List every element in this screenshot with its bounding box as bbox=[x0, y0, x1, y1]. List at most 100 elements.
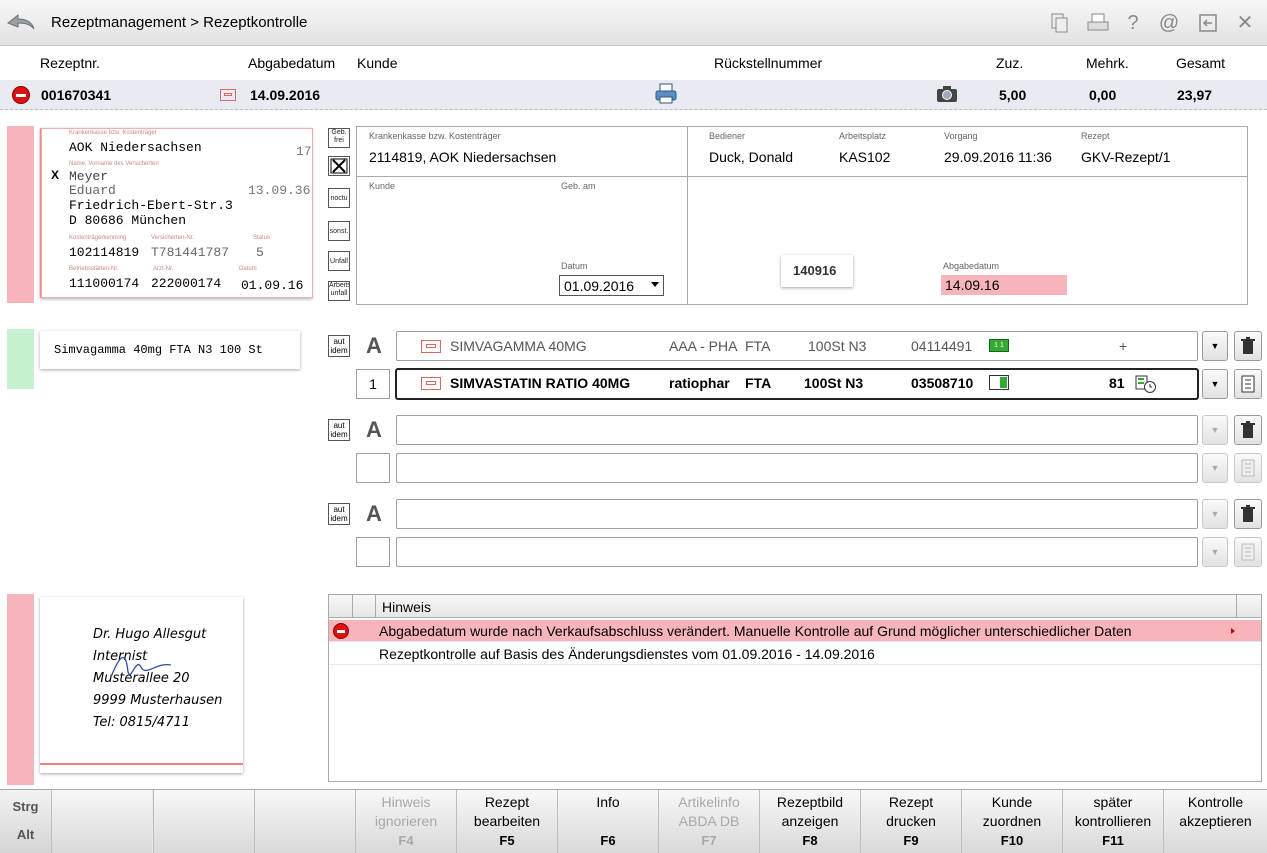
kunde-zuordnen-button[interactable]: Kunde zuordnen F10 bbox=[961, 790, 1062, 853]
scan-versnr: T781441787 bbox=[151, 245, 230, 260]
stamp-text: 140916 bbox=[793, 263, 837, 278]
printer-icon[interactable] bbox=[655, 83, 677, 108]
article-details-icon[interactable] bbox=[1234, 369, 1262, 399]
status-bar-header bbox=[7, 126, 34, 303]
strg-key[interactable]: Strg bbox=[0, 799, 51, 814]
camera-icon[interactable] bbox=[936, 85, 958, 106]
fkey-label: Hinweis bbox=[381, 794, 431, 810]
hinweis-ignorieren-button[interactable]: Hinweis ignorieren F4 bbox=[355, 790, 456, 853]
abgabedatum-field[interactable]: 14.09.16 bbox=[941, 275, 1067, 295]
delete-trash-icon[interactable] bbox=[1234, 331, 1262, 361]
fkey-shortcut: F5 bbox=[499, 833, 515, 848]
quantity-field[interactable] bbox=[356, 537, 390, 567]
aut-idem-a-label: A bbox=[366, 501, 382, 526]
hints-column-header: Hinweis bbox=[382, 599, 432, 615]
fkey-shortcut: F4 bbox=[398, 833, 414, 848]
stock-icon bbox=[989, 375, 1009, 390]
bediener-value: Duck, Donald bbox=[709, 149, 794, 165]
exit-window-icon[interactable] bbox=[1196, 12, 1220, 34]
article-pack: 100St N3 bbox=[808, 338, 867, 354]
chevron-down-icon bbox=[651, 282, 659, 287]
article-row-original[interactable]: SIMVAGAMMA 40MG AAA - PHA FTA 100St N3 0… bbox=[396, 331, 1198, 361]
rezept-drucken-button[interactable]: Rezept drucken F9 bbox=[860, 790, 961, 853]
article-pack: 100St N3 bbox=[804, 375, 864, 391]
fkey-label: Rezept bbox=[888, 794, 934, 810]
bediener-label: Bediener bbox=[709, 131, 746, 141]
rezept-bearbeiten-button[interactable]: Rezept bearbeiten F5 bbox=[456, 790, 557, 853]
aut-idem-button[interactable]: aut idem bbox=[328, 419, 350, 441]
info-button[interactable]: Info F6 bbox=[557, 790, 658, 853]
scanned-prescription-header[interactable]: Krankenkasse bzw. Kostenträger AOK Niede… bbox=[40, 128, 313, 298]
noctu-button[interactable]: noctu bbox=[328, 188, 350, 208]
abgabedatum-label: Abgabedatum bbox=[943, 261, 1000, 271]
scan-date: 01.09.16 bbox=[241, 278, 304, 293]
arbeitsunfall-button[interactable]: Arbeits- unfall bbox=[328, 281, 350, 301]
gebuehr-crossed-button[interactable] bbox=[328, 156, 350, 176]
article-details-icon[interactable] bbox=[1234, 537, 1262, 567]
breadcrumb: Rezeptmanagement > Rezeptkontrolle bbox=[51, 14, 308, 31]
article-row-empty[interactable] bbox=[396, 499, 1198, 529]
sonst-button[interactable]: sonst. bbox=[328, 221, 350, 241]
hint-row-info[interactable]: Rezeptkontrolle auf Basis des Änderungsd… bbox=[329, 643, 1261, 665]
gesamt-value: 23,97 bbox=[1177, 87, 1213, 103]
aut-idem-button[interactable]: aut idem bbox=[328, 503, 350, 525]
geb-frei-button[interactable]: Geb. frei bbox=[328, 128, 350, 148]
article-pzn: 03508710 bbox=[911, 375, 974, 391]
back-arrow-icon[interactable] bbox=[6, 10, 36, 34]
fkey-label: akzeptieren bbox=[1179, 813, 1252, 829]
date-stamp: 140916 bbox=[781, 255, 853, 287]
datum-select[interactable]: 01.09.2016 bbox=[559, 275, 664, 296]
article-row-dispensed[interactable]: SIMVASTATIN RATIO 40MG ratiophar FTA 100… bbox=[396, 369, 1198, 399]
help-icon[interactable]: ? bbox=[1121, 12, 1145, 34]
abgabedatum-field-value: 14.09.16 bbox=[945, 277, 1000, 293]
zuzahlung-value: 5,00 bbox=[999, 87, 1027, 103]
close-icon[interactable]: ✕ bbox=[1233, 12, 1257, 34]
article-dropdown-button[interactable]: ▼ bbox=[1202, 369, 1228, 399]
scanned-doctor-stamp[interactable]: Dr. Hugo Allesgut Internist Musterallee … bbox=[40, 597, 243, 773]
rezeptbild-anzeigen-button[interactable]: Rezeptbild anzeigen F8 bbox=[759, 790, 860, 853]
prescription-row[interactable]: 001670341 14.09.2016 5,00 0,00 23,97 bbox=[0, 80, 1267, 110]
kontrolle-akzeptieren-button[interactable]: Kontrolle akzeptieren bbox=[1163, 790, 1267, 853]
article-dropdown-button[interactable]: ▼ bbox=[1202, 415, 1228, 445]
article-row-empty[interactable] bbox=[396, 453, 1198, 483]
scanned-article[interactable]: Simvagamma 40mg FTA N3 100 St bbox=[40, 331, 300, 369]
fkey-shortcut: F7 bbox=[701, 833, 717, 848]
scan-label-bs: Betriebsstätten-Nr. bbox=[69, 266, 119, 272]
col-abgabedatum: Abgabedatum bbox=[248, 55, 336, 71]
article-dropdown-button[interactable]: ▼ bbox=[1202, 331, 1228, 361]
email-icon[interactable]: @ bbox=[1157, 12, 1181, 34]
scan-label-kasse: Krankenkasse bzw. Kostenträger bbox=[69, 130, 157, 136]
quantity-field[interactable] bbox=[356, 453, 390, 483]
scan-vorname: Eduard bbox=[69, 183, 116, 198]
spaeter-kontrollieren-button[interactable]: später kontrollieren F11 bbox=[1062, 790, 1163, 853]
alt-key[interactable]: Alt bbox=[0, 827, 51, 842]
fkey-label: Kontrolle bbox=[1187, 794, 1244, 810]
fkey-label: bearbeiten bbox=[473, 813, 541, 829]
copy-icon[interactable] bbox=[1047, 12, 1071, 34]
unfall-button[interactable]: Unfall bbox=[328, 251, 350, 271]
print-icon[interactable] bbox=[1086, 12, 1110, 34]
col-zuz: Zuz. bbox=[996, 55, 1024, 71]
hint-row-error[interactable]: Abgabedatum wurde nach Verkaufsabschluss… bbox=[329, 620, 1261, 642]
article-dropdown-button[interactable]: ▼ bbox=[1202, 453, 1228, 483]
quantity-field[interactable]: 1 bbox=[356, 369, 390, 399]
rezept-number: 001670341 bbox=[41, 87, 112, 103]
article-details-icon[interactable] bbox=[1234, 453, 1262, 483]
article-row-empty[interactable] bbox=[396, 537, 1198, 567]
article-name: SIMVAGAMMA 40MG bbox=[450, 338, 587, 354]
delete-trash-icon[interactable] bbox=[1234, 499, 1262, 529]
fkey-shortcut: F11 bbox=[1102, 833, 1124, 848]
prescription-info-box: Krankenkasse bzw. Kostenträger 2114819, … bbox=[356, 126, 1248, 305]
status-bar-article bbox=[7, 329, 34, 389]
delete-trash-icon[interactable] bbox=[1234, 415, 1262, 445]
hints-table: Hinweis Abgabedatum wurde nach Verkaufsa… bbox=[328, 594, 1262, 782]
scanned-article-text: Simvagamma 40mg FTA N3 100 St bbox=[54, 343, 263, 357]
article-dropdown-button[interactable]: ▼ bbox=[1202, 499, 1228, 529]
article-dropdown-button[interactable]: ▼ bbox=[1202, 537, 1228, 567]
artikelinfo-button[interactable]: Artikelinfo ABDA DB F7 bbox=[658, 790, 759, 853]
col-mehrk: Mehrk. bbox=[1086, 55, 1129, 71]
error-status-icon bbox=[12, 86, 30, 104]
aut-idem-button[interactable]: aut idem bbox=[328, 335, 350, 357]
kasse-label: Krankenkasse bzw. Kostenträger bbox=[369, 131, 501, 141]
article-row-empty[interactable] bbox=[396, 415, 1198, 445]
